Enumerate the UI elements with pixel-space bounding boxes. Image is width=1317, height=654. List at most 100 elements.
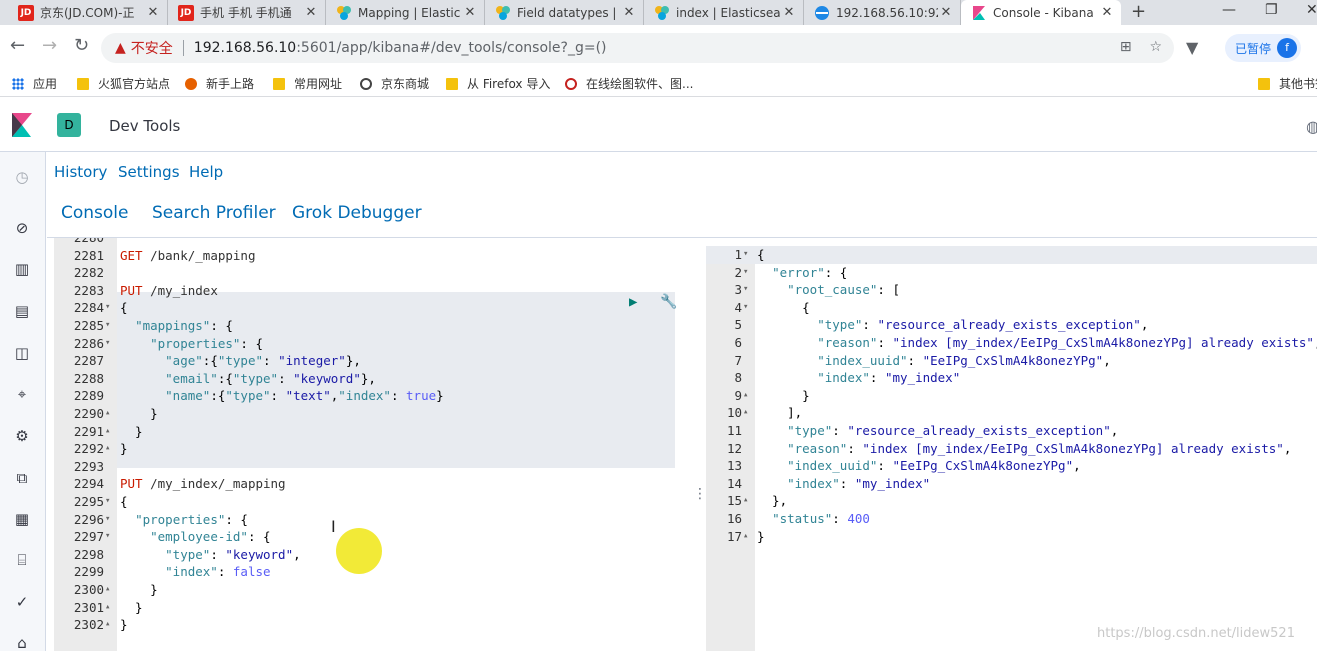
fold-arrow-icon[interactable]: ▾ bbox=[105, 335, 115, 353]
kibana-logo-icon[interactable] bbox=[10, 113, 34, 139]
code-line: 6 "reason": "index [my_index/EeIPg_CxSlm… bbox=[706, 334, 1317, 352]
browser-tab-7-active[interactable]: Console - Kibana ✕ bbox=[961, 0, 1121, 25]
bookmark-item[interactable]: 新手上路 bbox=[185, 75, 254, 92]
fold-arrow-icon[interactable]: ▾ bbox=[743, 299, 753, 317]
fold-arrow-icon[interactable]: ▾ bbox=[105, 299, 115, 317]
maps-icon[interactable]: ⌖ bbox=[11, 383, 33, 405]
recent-clock-icon[interactable]: ◷ bbox=[11, 166, 33, 188]
canvas-icon[interactable]: ◫ bbox=[11, 342, 33, 364]
uptime-icon[interactable]: ✓ bbox=[11, 591, 33, 613]
profile-button[interactable]: 已暂停 f bbox=[1225, 34, 1301, 62]
fold-arrow-icon[interactable]: ▾ bbox=[743, 264, 753, 282]
close-icon[interactable]: ✕ bbox=[781, 5, 797, 20]
line-number: 11 bbox=[726, 423, 742, 438]
close-icon[interactable]: ✕ bbox=[145, 5, 161, 20]
code-line: 2281 GET /bank/_mapping bbox=[54, 247, 690, 265]
bookmark-other[interactable]: 其他书签 bbox=[1258, 75, 1317, 92]
code-line: 2290 ▴ } bbox=[54, 405, 690, 423]
line-number: 2284 bbox=[73, 300, 104, 316]
fold-arrow-icon[interactable]: ▾ bbox=[743, 246, 753, 264]
line-number: 8 bbox=[734, 370, 742, 386]
omnibox-icons: ⊞ ☆ bbox=[1120, 39, 1162, 55]
fold-arrow-icon[interactable]: ▾ bbox=[105, 528, 115, 546]
separator bbox=[182, 40, 184, 56]
line-number: 12 bbox=[726, 440, 742, 456]
close-icon[interactable]: ✕ bbox=[303, 5, 319, 20]
fold-arrow-icon[interactable]: ▴ bbox=[743, 387, 753, 405]
logs-icon[interactable]: ▦ bbox=[11, 508, 33, 530]
code-text: "type": "resource_already_exists_excepti… bbox=[817, 317, 1149, 333]
browser-tab-4[interactable]: Field datatypes | ✕ bbox=[485, 0, 644, 25]
code-text: }, bbox=[757, 493, 788, 509]
request-editor[interactable]: 22802281 GET /bank/_mapping 22822283 PUT /m… bbox=[54, 238, 690, 651]
code-line: 2300 ▴ } bbox=[54, 581, 690, 599]
bookmark-label: 常用网址 bbox=[294, 77, 343, 91]
browser-tab-6[interactable]: 192.168.56.10:92 ✕ bbox=[804, 0, 961, 25]
bookmark-item[interactable]: 从 Firefox 导入 bbox=[446, 75, 550, 92]
visualize-chart-icon[interactable]: ▥ bbox=[11, 258, 33, 280]
code-text: "employee-id": { bbox=[150, 529, 271, 545]
browser-tab-5[interactable]: index | Elasticsea ✕ bbox=[644, 0, 804, 25]
star-icon[interactable]: ☆ bbox=[1149, 39, 1162, 55]
bookmark-item[interactable]: 京东商城 bbox=[360, 75, 429, 92]
browser-tab-3[interactable]: Mapping | Elastic ✕ bbox=[326, 0, 485, 25]
new-tab-icon[interactable]: + bbox=[1131, 1, 1146, 22]
fold-arrow-icon[interactable]: ▾ bbox=[743, 281, 753, 299]
fold-arrow-icon[interactable]: ▾ bbox=[105, 317, 115, 335]
fold-arrow-icon[interactable]: ▴ bbox=[743, 404, 753, 422]
response-output[interactable]: 1 ▾{2 ▾ "error": {3 ▾ "root_cause": [4 ▾ {5 … bbox=[706, 246, 1317, 651]
forward-icon[interactable]: → bbox=[42, 36, 57, 56]
address-bar[interactable]: ▲ 不安全 192.168.56.10:5601/app/kibana#/dev… bbox=[101, 33, 1174, 63]
code-line: 7 "index_uuid": "EeIPg_CxSlmA4k8onezYPg"… bbox=[706, 352, 1317, 370]
fold-arrow-icon[interactable]: ▴ bbox=[105, 581, 115, 599]
fold-arrow-icon[interactable]: ▴ bbox=[105, 616, 115, 634]
fold-arrow-icon[interactable]: ▴ bbox=[743, 528, 753, 546]
bookmark-item[interactable]: 常用网址 bbox=[273, 75, 342, 92]
menu-history[interactable]: History bbox=[54, 163, 107, 181]
space-avatar[interactable]: D bbox=[57, 113, 81, 137]
bookmark-item[interactable]: 在线绘图软件、图... bbox=[565, 75, 693, 92]
discover-compass-icon[interactable]: ⊘ bbox=[11, 217, 33, 239]
close-icon[interactable]: ✕ bbox=[938, 5, 954, 20]
menu-settings[interactable]: Settings bbox=[118, 163, 180, 181]
run-request-icon[interactable]: ▶ bbox=[629, 294, 637, 310]
code-line: 2282 bbox=[54, 264, 690, 282]
fold-arrow-icon[interactable]: ▴ bbox=[743, 492, 753, 510]
fold-arrow-icon[interactable]: ▴ bbox=[105, 423, 115, 441]
menu-help[interactable]: Help bbox=[189, 163, 223, 181]
tab-grok-debugger[interactable]: Grok Debugger bbox=[292, 203, 422, 223]
line-number: 2289 bbox=[73, 388, 104, 404]
fold-arrow-icon[interactable]: ▴ bbox=[105, 405, 115, 423]
fold-arrow-icon[interactable]: ▴ bbox=[105, 599, 115, 617]
close-icon[interactable]: ✕ bbox=[1099, 5, 1115, 20]
help-globe-icon[interactable]: ◍ bbox=[1306, 117, 1317, 136]
restore-icon[interactable]: ❐ bbox=[1265, 2, 1278, 18]
fold-arrow-icon[interactable]: ▴ bbox=[105, 440, 115, 458]
infrastructure-icon[interactable]: ⧉ bbox=[11, 467, 33, 489]
apm-icon[interactable]: ⌸ bbox=[11, 549, 33, 571]
close-icon[interactable]: ✕ bbox=[621, 5, 637, 20]
reload-icon[interactable]: ↻ bbox=[74, 36, 89, 56]
browser-tab-2[interactable]: JD 手机 手机 手机通 ✕ bbox=[168, 0, 326, 25]
translate-icon[interactable]: ⊞ bbox=[1120, 39, 1132, 55]
bookmark-item[interactable]: 火狐官方站点 bbox=[77, 75, 170, 92]
code-line: 2285 ▾ "mappings": { bbox=[54, 317, 690, 335]
line-number: 1 bbox=[734, 247, 742, 262]
line-number: 2293 bbox=[73, 458, 104, 474]
dashboard-icon[interactable]: ▤ bbox=[11, 300, 33, 322]
close-icon[interactable]: ✕ bbox=[462, 5, 478, 20]
ml-icon[interactable]: ⚙ bbox=[11, 425, 33, 447]
resize-handle-icon[interactable]: ⋮ bbox=[693, 486, 707, 502]
fold-arrow-icon[interactable]: ▾ bbox=[105, 493, 115, 511]
browser-tab-1[interactable]: JD 京东(JD.COM)-正 ✕ bbox=[8, 0, 168, 25]
code-text: "age":{"type": "integer"}, bbox=[165, 353, 361, 369]
wrench-settings-icon[interactable]: 🔧 bbox=[660, 294, 677, 310]
tab-console[interactable]: Console bbox=[61, 203, 129, 223]
minimize-icon[interactable]: — bbox=[1222, 2, 1236, 18]
bookmark-apps[interactable]: 应用 bbox=[12, 75, 57, 92]
tab-search-profiler[interactable]: Search Profiler bbox=[152, 203, 276, 223]
window-close-icon[interactable]: ✕ bbox=[1306, 2, 1317, 18]
back-icon[interactable]: ← bbox=[10, 36, 25, 56]
fold-arrow-icon[interactable]: ▾ bbox=[105, 511, 115, 529]
extension-icon[interactable]: ▼ bbox=[1186, 38, 1198, 57]
